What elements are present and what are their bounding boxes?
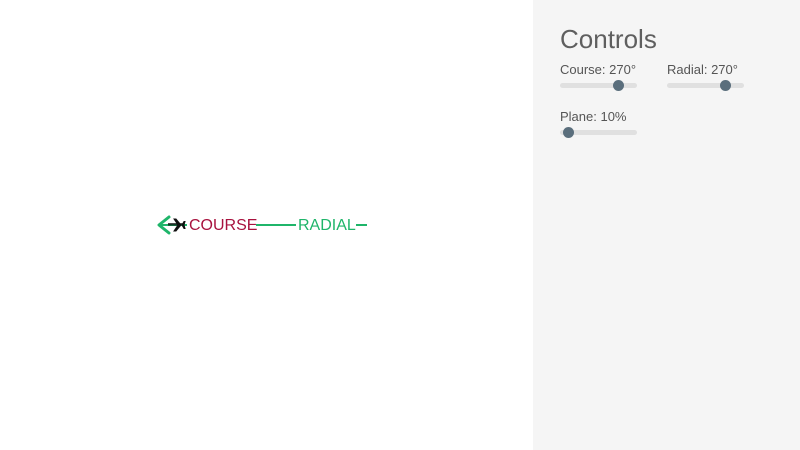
radial-slider-thumb[interactable] xyxy=(719,80,731,91)
controls-panel: Controls Course: 270° Radial: 270° Plane… xyxy=(533,0,800,450)
app: COURSE RADIAL Controls Course: 270° Radi… xyxy=(0,0,800,450)
radial-slider-label: Radial: 270° xyxy=(667,62,738,77)
visualization-area: COURSE RADIAL xyxy=(0,0,533,450)
panel-title: Controls xyxy=(560,24,657,54)
plane-icon xyxy=(168,218,186,232)
course-slider-label: Course: 270° xyxy=(560,62,637,77)
plane-slider[interactable] xyxy=(560,127,637,138)
course-label: COURSE xyxy=(189,217,257,234)
plane-control: Plane: 10% xyxy=(560,109,638,138)
course-slider[interactable] xyxy=(560,80,637,91)
course-slider-thumb[interactable] xyxy=(612,80,624,91)
radial-label: RADIAL xyxy=(298,217,356,234)
course-control: Course: 270° xyxy=(560,62,638,91)
plane-slider-label: Plane: 10% xyxy=(560,109,627,124)
radial-slider[interactable] xyxy=(667,80,744,91)
radial-control: Radial: 270° xyxy=(667,62,745,91)
course-radial-diagram: COURSE RADIAL xyxy=(157,215,367,235)
plane-slider-thumb[interactable] xyxy=(562,127,574,138)
